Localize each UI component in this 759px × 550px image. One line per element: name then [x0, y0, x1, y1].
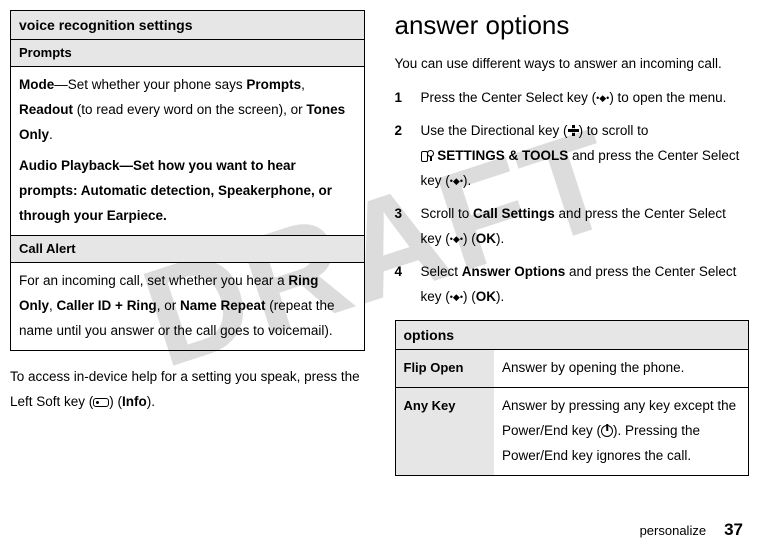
t: Select — [421, 264, 462, 279]
info-label: Info — [122, 394, 147, 409]
namerepeat-label: Name Repeat — [180, 298, 266, 313]
t: Scroll to — [421, 206, 474, 221]
call-settings-label: Call Settings — [473, 206, 555, 221]
t: ). — [147, 394, 155, 409]
callerid-label: Caller ID + Ring — [57, 298, 157, 313]
center-select-icon: •◆• — [450, 289, 463, 306]
footer-section: personalize — [640, 523, 707, 538]
flip-open-label: Flip Open — [395, 349, 494, 387]
t: For an incoming call, set whether you he… — [19, 273, 288, 288]
voice-recognition-table: voice recognition settings Prompts Mode—… — [10, 10, 365, 351]
any-key-desc: Answer by pressing any key except the Po… — [494, 387, 749, 475]
center-select-icon: •◆• — [596, 90, 609, 107]
directional-key-icon — [568, 125, 579, 136]
step-2: 2 Use the Directional key ( ) to scroll t… — [395, 119, 750, 194]
t: ) to open the menu. — [609, 90, 726, 105]
t: ). — [496, 289, 504, 304]
center-select-icon: •◆• — [450, 173, 463, 190]
step-number: 3 — [395, 202, 421, 252]
vr-header: voice recognition settings — [11, 11, 365, 40]
step-4: 4 Select Answer Options and press the Ce… — [395, 260, 750, 310]
t: ). — [496, 231, 504, 246]
step-number: 1 — [395, 86, 421, 111]
mode-label: Mode — [19, 77, 54, 92]
options-table: options Flip Open Answer by opening the … — [395, 320, 750, 476]
prompts-label: Prompts — [246, 77, 301, 92]
t: , or — [157, 298, 180, 313]
step-3: 3 Scroll to Call Settings and press the … — [395, 202, 750, 252]
flip-open-desc: Answer by opening the phone. — [494, 349, 749, 387]
t: Press the Center Select key ( — [421, 90, 597, 105]
step-1: 1 Press the Center Select key (•◆•) to o… — [395, 86, 750, 111]
answer-options-label: Answer Options — [462, 264, 566, 279]
left-soft-key-icon — [93, 398, 109, 407]
t: ) ( — [463, 289, 476, 304]
answer-options-heading: answer options — [395, 10, 750, 41]
audio-playback-line: Audio Playback—Set how you want to hear … — [19, 158, 332, 223]
ok-label: OK — [476, 289, 496, 304]
t: To access in-device help for a setting y… — [10, 369, 360, 409]
help-paragraph: To access in-device help for a setting y… — [10, 365, 365, 415]
ok-label: OK — [476, 231, 496, 246]
prompts-subhead: Prompts — [11, 40, 365, 67]
t: —Set whether your phone says — [54, 77, 246, 92]
settings-tools-label: SETTINGS & TOOLS — [437, 148, 568, 163]
callalert-body: For an incoming call, set whether you he… — [11, 263, 365, 351]
t: (to read every word on the screen), or — [73, 102, 306, 117]
any-key-label: Any Key — [395, 387, 494, 475]
left-column: voice recognition settings Prompts Mode—… — [10, 10, 365, 476]
right-column: answer options You can use different way… — [395, 10, 750, 476]
power-end-key-icon — [601, 425, 613, 437]
page-footer: personalize 37 — [640, 520, 743, 540]
footer-page-number: 37 — [724, 520, 743, 539]
steps-list: 1 Press the Center Select key (•◆•) to o… — [395, 86, 750, 310]
callalert-subhead: Call Alert — [11, 236, 365, 263]
t: Use the Directional key ( — [421, 123, 568, 138]
options-header: options — [395, 320, 749, 349]
t: ). — [463, 173, 471, 188]
readout-label: Readout — [19, 102, 73, 117]
t: ) ( — [463, 231, 476, 246]
t: ) ( — [109, 394, 122, 409]
center-select-icon: •◆• — [450, 231, 463, 248]
prompts-body: Mode—Set whether your phone says Prompts… — [11, 67, 365, 236]
step-number: 4 — [395, 260, 421, 310]
t: ) to scroll to — [579, 123, 649, 138]
answer-options-lead: You can use different ways to answer an … — [395, 53, 750, 76]
step-number: 2 — [395, 119, 421, 194]
settings-tools-icon — [421, 150, 434, 161]
page-content: voice recognition settings Prompts Mode—… — [0, 0, 759, 476]
